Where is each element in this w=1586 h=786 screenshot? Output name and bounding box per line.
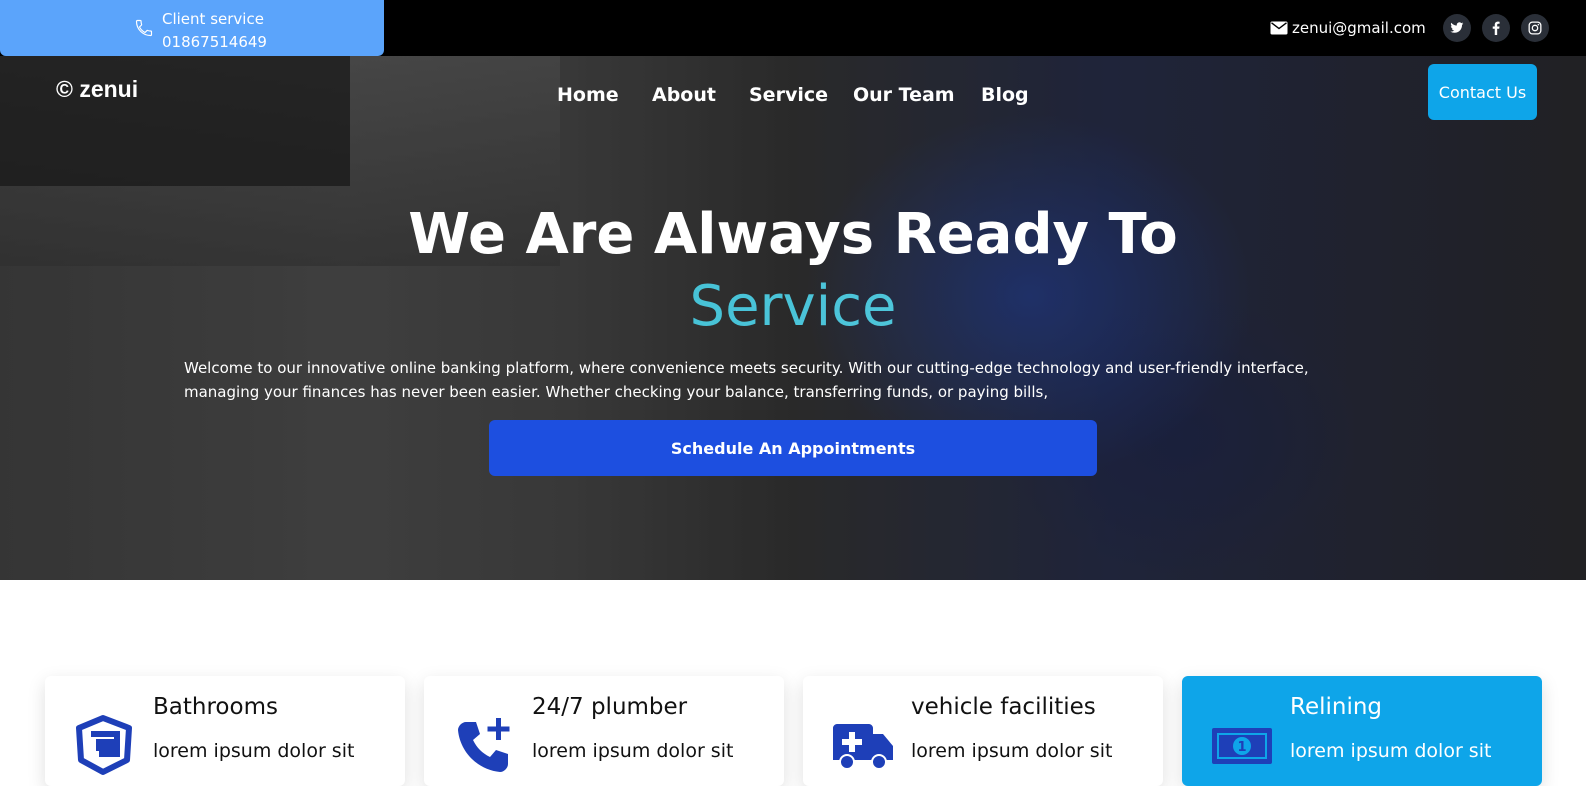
nav-blog[interactable]: Blog (981, 84, 1029, 106)
hero-accent-word: Service (0, 274, 1586, 340)
email-text: zenui@gmail.com (1292, 19, 1426, 37)
service-desc: lorem ipsum dolor sit (153, 740, 355, 762)
instagram-link[interactable] (1521, 14, 1549, 42)
service-title: Bathrooms (153, 694, 278, 720)
phone-plus-icon (458, 718, 510, 772)
service-title: vehicle facilities (911, 694, 1096, 720)
nav-service[interactable]: Service (749, 84, 828, 106)
brand-logo[interactable]: © zenui (56, 76, 138, 103)
twitter-icon (1450, 22, 1464, 33)
service-title: 24/7 plumber (532, 694, 688, 720)
svg-text:1: 1 (1237, 740, 1246, 755)
client-service-label: Client service (162, 10, 264, 28)
instagram-icon (1528, 21, 1542, 35)
twitter-link[interactable] (1443, 14, 1471, 42)
service-desc: lorem ipsum dolor sit (532, 740, 734, 762)
service-card-bathrooms[interactable]: Bathrooms lorem ipsum dolor sit (45, 676, 405, 786)
service-desc: lorem ipsum dolor sit (911, 740, 1113, 762)
mail-icon (1270, 21, 1288, 35)
phone-icon (135, 19, 153, 37)
service-card-vehicle[interactable]: vehicle facilities lorem ipsum dolor sit (803, 676, 1163, 786)
top-bar: Client service 01867514649 zenui@gmail.c… (0, 0, 1586, 56)
contact-us-button[interactable]: Contact Us (1428, 64, 1537, 120)
money-bill-icon: 1 (1212, 728, 1272, 764)
service-desc: lorem ipsum dolor sit (1290, 740, 1492, 762)
client-service-box[interactable]: Client service 01867514649 (0, 0, 384, 56)
nav-home[interactable]: Home (557, 84, 619, 106)
nav-our-team[interactable]: Our Team (853, 84, 955, 106)
service-card-plumber[interactable]: 24/7 plumber lorem ipsum dolor sit (424, 676, 784, 786)
service-title: Relining (1290, 694, 1383, 720)
service-card-relining[interactable]: 1 Relining lorem ipsum dolor sit (1182, 676, 1542, 786)
nav-about[interactable]: About (652, 84, 716, 106)
schedule-appointment-button[interactable]: Schedule An Appointments (489, 420, 1097, 476)
hero-intro-text: Welcome to our innovative online banking… (184, 359, 1309, 401)
facebook-icon (1492, 21, 1500, 35)
client-service-number[interactable]: 01867514649 (162, 30, 267, 54)
hero-headline: We Are Always Ready To (408, 202, 1178, 267)
facebook-link[interactable] (1482, 14, 1510, 42)
email-link[interactable]: zenui@gmail.com (1270, 18, 1426, 38)
bathroom-shield-icon (76, 715, 132, 775)
ambulance-icon (833, 724, 893, 770)
